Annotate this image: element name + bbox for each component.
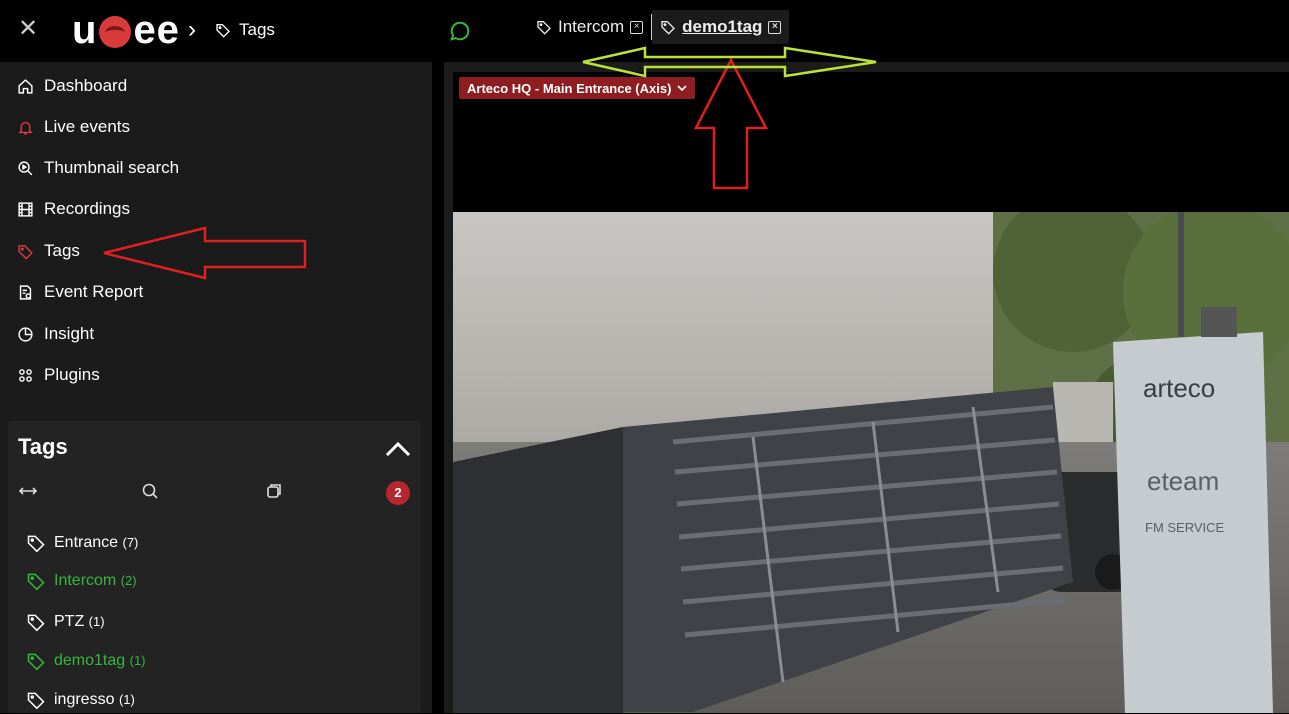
red-arrow-annotation	[103, 226, 307, 280]
annotation-overlay	[103, 46, 877, 280]
red-arrow-annotation	[693, 57, 769, 190]
